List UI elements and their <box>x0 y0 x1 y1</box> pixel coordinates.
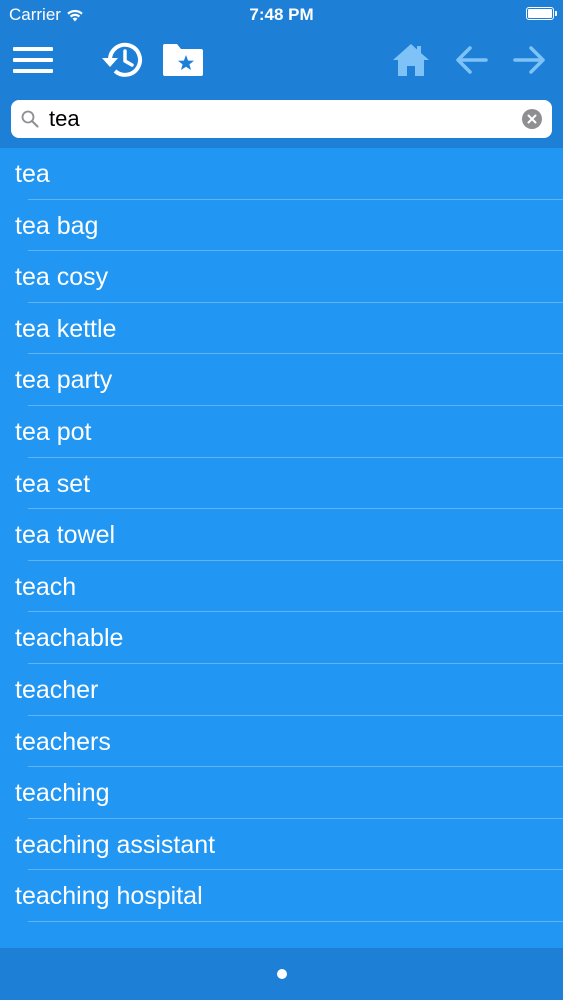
list-item-label: tea pot <box>15 417 92 446</box>
carrier-name: Carrier <box>9 5 61 24</box>
status-time: 7:48 PM <box>249 5 314 24</box>
home-icon <box>393 44 429 76</box>
list-item-label: tea bag <box>15 211 99 240</box>
list-item[interactable]: teaching <box>0 767 563 819</box>
list-item-label: tea set <box>15 469 91 498</box>
list-item-label: teachers <box>15 727 111 756</box>
search-input[interactable] <box>49 103 489 135</box>
list-item-label: teacher <box>15 675 99 704</box>
list-item-label: teaching assistant <box>15 830 216 859</box>
list-item[interactable]: tea bag <box>0 200 563 252</box>
back-button[interactable] <box>450 30 492 90</box>
list-item-label: tea kettle <box>15 314 117 343</box>
list-item-label: teachable <box>15 624 124 653</box>
history-button[interactable] <box>98 30 146 90</box>
history-clock-icon <box>102 42 142 77</box>
folder-star-icon <box>163 44 203 76</box>
search-icon <box>21 110 39 128</box>
home-button[interactable] <box>388 30 434 90</box>
status-bar: Carrier 7:48 PM <box>0 0 563 30</box>
favorites-button[interactable] <box>160 30 206 90</box>
list-item[interactable]: teach <box>0 561 563 613</box>
close-icon <box>527 114 537 124</box>
arrow-right-icon <box>513 46 545 74</box>
list-item[interactable]: teachable <box>0 612 563 664</box>
list-item[interactable]: teacher <box>0 664 563 716</box>
list-item[interactable]: tea party <box>0 354 563 406</box>
bottom-bar <box>0 948 563 1000</box>
list-item[interactable]: teaching hospital <box>0 870 563 922</box>
list-item-label: tea <box>15 160 50 188</box>
list-item-label: tea towel <box>15 521 116 550</box>
arrow-left-icon <box>456 46 488 74</box>
list-item[interactable]: tea kettle <box>0 303 563 355</box>
menu-button[interactable] <box>10 30 56 90</box>
list-item[interactable]: tea <box>0 148 563 200</box>
battery-fill <box>528 9 552 18</box>
list-item-label: tea cosy <box>15 263 109 292</box>
clear-search-button[interactable] <box>522 109 542 129</box>
page-indicator-dot[interactable] <box>277 969 287 979</box>
carrier-indicator: Carrier <box>9 5 83 25</box>
list-item[interactable]: tea pot <box>0 406 563 458</box>
list-item[interactable]: teaching assistant <box>0 819 563 871</box>
list-item[interactable]: tea towel <box>0 509 563 561</box>
toolbar <box>0 30 563 90</box>
wifi-icon <box>67 9 83 21</box>
list-item-label: tea party <box>15 366 113 395</box>
forward-button[interactable] <box>509 30 551 90</box>
list-item-label: teaching hospital <box>15 882 203 911</box>
search-bar <box>0 90 563 148</box>
list-item-label: teaching <box>15 779 110 808</box>
list-item[interactable]: tea set <box>0 458 563 510</box>
list-item[interactable]: teachers <box>0 716 563 768</box>
results-list: tea tea bag tea cosy tea kettle tea part… <box>0 148 563 922</box>
list-item[interactable]: tea cosy <box>0 251 563 303</box>
list-item-label: teach <box>15 572 77 601</box>
battery-icon <box>526 7 557 20</box>
hamburger-menu-icon <box>13 47 53 73</box>
search-field <box>11 100 552 138</box>
